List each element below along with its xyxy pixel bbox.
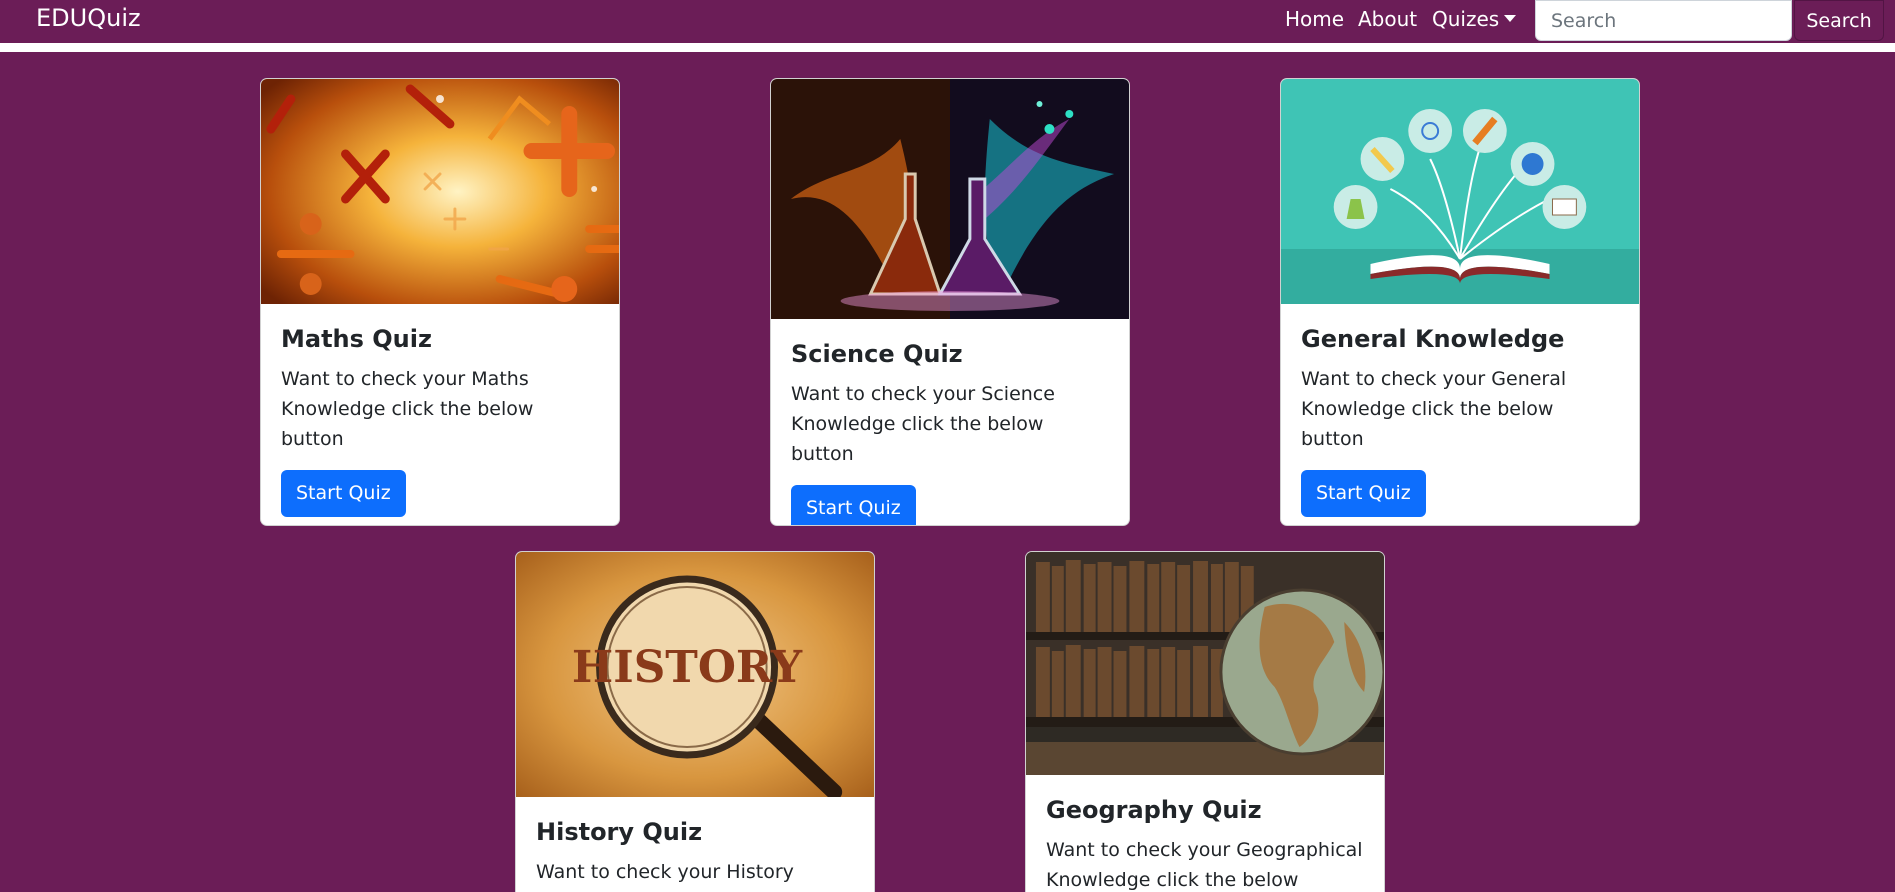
history-card-body: History Quiz Want to check your History xyxy=(516,797,874,887)
card-title: Maths Quiz xyxy=(281,325,432,353)
card-general-knowledge-quiz: General Knowledge Want to check your Gen… xyxy=(1280,78,1640,526)
search-input[interactable] xyxy=(1535,0,1792,41)
geography-card-body: Geography Quiz Want to check your Geogra… xyxy=(1026,775,1384,892)
maths-quiz-image xyxy=(261,79,619,304)
nav-home[interactable]: Home xyxy=(1285,7,1344,31)
search-button[interactable]: Search xyxy=(1794,0,1884,41)
start-quiz-button-science[interactable]: Start Quiz xyxy=(791,485,916,525)
history-label: HISTORY xyxy=(572,642,803,693)
maths-card-body: Maths Quiz Want to check your Maths Know… xyxy=(261,304,619,517)
nav-quizes-dropdown[interactable]: Quizes xyxy=(1432,7,1517,31)
navbar: EDUQuiz Home About Quizes Search xyxy=(0,0,1895,43)
card-science-quiz: Science Quiz Want to check your Science … xyxy=(770,78,1130,526)
card-title: History Quiz xyxy=(536,818,703,846)
card-text: Want to check your Geographical Knowledg… xyxy=(1046,839,1363,891)
science-card-body: Science Quiz Want to check your Science … xyxy=(771,319,1129,525)
chevron-down-icon xyxy=(1504,15,1517,22)
card-text: Want to check your Maths Knowledge click… xyxy=(281,368,534,450)
card-title: General Knowledge xyxy=(1301,325,1565,353)
card-text: Want to check your History xyxy=(536,861,794,883)
science-quiz-image xyxy=(771,79,1129,319)
history-quiz-image: HISTORY xyxy=(516,552,874,797)
header-divider xyxy=(0,43,1895,52)
nav-quizes-label: Quizes xyxy=(1432,7,1500,31)
card-history-quiz: HISTORY History Quiz Want to check your … xyxy=(515,551,875,892)
general-knowledge-card-body: General Knowledge Want to check your Gen… xyxy=(1281,304,1639,517)
nav-about[interactable]: About xyxy=(1358,7,1417,31)
start-quiz-button-maths[interactable]: Start Quiz xyxy=(281,470,406,517)
card-maths-quiz: Maths Quiz Want to check your Maths Know… xyxy=(260,78,620,526)
general-knowledge-image xyxy=(1281,79,1639,304)
card-geography-quiz: Geography Quiz Want to check your Geogra… xyxy=(1025,551,1385,892)
start-quiz-button-general-knowledge[interactable]: Start Quiz xyxy=(1301,470,1426,517)
card-title: Geography Quiz xyxy=(1046,796,1262,824)
geography-quiz-image xyxy=(1026,552,1384,775)
card-text: Want to check your General Knowledge cli… xyxy=(1301,368,1567,450)
brand-logo[interactable]: EDUQuiz xyxy=(36,4,141,32)
card-title: Science Quiz xyxy=(791,340,963,368)
card-text: Want to check your Science Knowledge cli… xyxy=(791,383,1055,465)
